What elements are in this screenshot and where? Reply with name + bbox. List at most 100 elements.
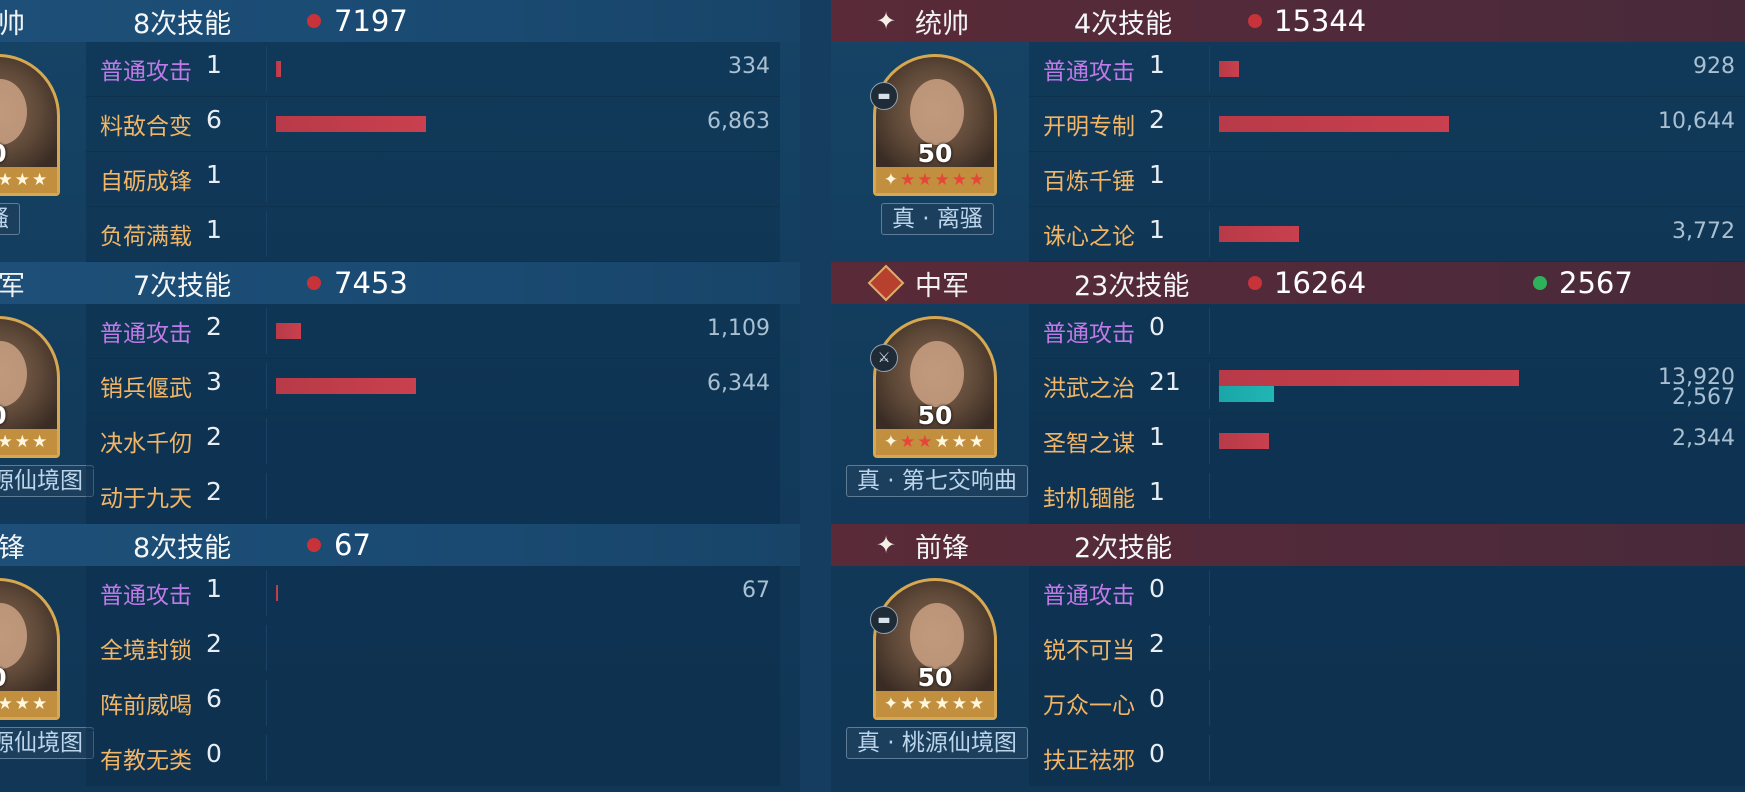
star-rating: ✦★★★★★	[0, 429, 57, 455]
skill-name: 自砺成锋	[100, 169, 192, 195]
skill-name: 封机锢能	[1043, 486, 1135, 512]
skill-name: 普通攻击	[100, 583, 192, 609]
general-portrait[interactable]: 50 ✦★★★★★	[873, 578, 997, 720]
general-level: 50	[917, 139, 953, 168]
damage-dot-icon	[307, 276, 321, 290]
star-icon: ★	[951, 170, 969, 190]
damage-bar	[276, 378, 416, 394]
skill-cast-count: 4次技能	[1074, 8, 1173, 40]
skill-row[interactable]: 自砺成锋 1	[86, 152, 780, 207]
skill-row[interactable]: 阵前威喝 6	[86, 676, 780, 731]
star-icon: ★	[900, 170, 918, 190]
star-icon: ★	[32, 170, 50, 190]
skill-list: 普通攻击 2 1,109 销兵偃武 3 6,344 决水千仞 2 动于九天 2	[86, 304, 780, 524]
skill-cast-count: 7次技能	[133, 270, 232, 302]
general-section: 军 7次技能 7453 0✦★★★★★ 源仙境图 普通攻击 2 1,109 销兵偃武 3 6,344…	[0, 262, 800, 524]
skill-row[interactable]: 销兵偃武 3 6,344	[86, 359, 780, 414]
bond-tag[interactable]: 源仙境图	[0, 465, 94, 497]
skill-trigger-count: 6	[206, 105, 222, 134]
skill-row[interactable]: 动于九天 2	[86, 469, 780, 524]
skill-trigger-count: 21	[1149, 367, 1181, 396]
skill-row[interactable]: 普通攻击 2 1,109	[86, 304, 780, 359]
damage-dot-icon	[307, 14, 321, 28]
star-icon: ★	[32, 694, 50, 714]
star-rating: ✦★★★★★	[0, 167, 57, 193]
skill-trigger-count: 2	[1149, 105, 1165, 134]
portrait-face	[0, 603, 27, 669]
skill-trigger-count: 2	[206, 629, 222, 658]
star-icon: ★	[951, 432, 969, 452]
skill-row[interactable]: 封机锢能 1	[1029, 469, 1745, 524]
skill-trigger-count: 2	[1149, 629, 1165, 658]
general-portrait[interactable]: 0✦★★★★★	[0, 54, 60, 196]
portrait-face	[910, 79, 964, 145]
star-icon: ★	[0, 432, 15, 452]
bond-tag[interactable]: 真 · 桃源仙境图	[846, 727, 1028, 759]
skill-cast-count: 8次技能	[133, 532, 232, 564]
star-icon: ★	[14, 170, 32, 190]
row-separator	[1209, 363, 1210, 409]
skill-trigger-count: 0	[1149, 312, 1165, 341]
section-header: ✦ 前锋 2次技能	[831, 524, 1745, 566]
portrait-face	[0, 79, 27, 145]
damage-bar	[1219, 116, 1449, 132]
general-section: ✦ 统帅 4次技能 15344 50 ✦★★★★★ ▬ 真 · 离骚 普通攻击 1 928 开明专制 2…	[831, 0, 1745, 262]
skill-row[interactable]: 洪武之治 21 13,920 2,567	[1029, 359, 1745, 414]
skill-name: 全境封锁	[100, 638, 192, 664]
section-header: 中军 23次技能 16264 2567	[831, 262, 1745, 304]
skill-list: 普通攻击 1 928 开明专制 2 10,644 百炼千锤 1 诛心之论 1 3,772	[1029, 42, 1745, 262]
star-icon: ★	[0, 694, 15, 714]
skill-row[interactable]: 开明专制 2 10,644	[1029, 97, 1745, 152]
skill-row[interactable]: 决水千仞 2	[86, 414, 780, 469]
skill-row[interactable]: 普通攻击 1 928	[1029, 42, 1745, 97]
role-label: 军	[0, 270, 25, 302]
star-icon: ★	[917, 170, 935, 190]
row-separator	[266, 680, 267, 726]
skill-trigger-count: 0	[206, 739, 222, 768]
row-separator	[266, 101, 267, 147]
skill-row[interactable]: 圣智之谋 1 2,344	[1029, 414, 1745, 469]
skill-row[interactable]: 有教无类 0	[86, 731, 780, 786]
skill-row[interactable]: 普通攻击 0	[1029, 566, 1745, 621]
damage-dot-icon	[1248, 276, 1262, 290]
bond-tag[interactable]: 源仙境图	[0, 727, 94, 759]
row-separator	[1209, 735, 1210, 781]
skill-row[interactable]: 扶正祛邪 0	[1029, 731, 1745, 786]
skill-row[interactable]: 百炼千锤 1	[1029, 152, 1745, 207]
skill-trigger-count: 1	[206, 215, 222, 244]
skill-name: 动于九天	[100, 486, 192, 512]
skill-row[interactable]: 普通攻击 1 67	[86, 566, 780, 621]
skill-name: 决水千仞	[100, 431, 192, 457]
star-icon: ★	[0, 170, 15, 190]
skill-row[interactable]: 普通攻击 1 334	[86, 42, 780, 97]
skill-trigger-count: 3	[206, 367, 222, 396]
skill-row[interactable]: 负荷满载 1	[86, 207, 780, 262]
general-level: 0	[0, 401, 57, 430]
skill-damage-value: 3,772	[1672, 219, 1735, 244]
general-portrait[interactable]: 50 ✦★★★★★	[873, 54, 997, 196]
skill-row[interactable]: 料敌合变 6 6,863	[86, 97, 780, 152]
skill-row[interactable]: 普通攻击 0	[1029, 304, 1745, 359]
row-separator	[266, 308, 267, 354]
skill-row[interactable]: 全境封锁 2	[86, 621, 780, 676]
skill-trigger-count: 6	[206, 684, 222, 713]
damage-bar	[276, 585, 278, 601]
general-level: 50	[917, 401, 953, 430]
bond-tag[interactable]: 离骚	[0, 203, 20, 235]
skill-row[interactable]: 诛心之论 1 3,772	[1029, 207, 1745, 262]
role-label: 中军	[915, 270, 969, 302]
bond-tag[interactable]: 真 · 离骚	[881, 203, 994, 235]
general-level: 0	[0, 663, 57, 692]
row-separator	[266, 211, 267, 257]
skill-name: 诛心之论	[1043, 224, 1135, 250]
general-portrait[interactable]: 0✦★★★★★	[0, 316, 60, 458]
general-portrait[interactable]: 50 ✦★★★★★	[873, 316, 997, 458]
general-portrait[interactable]: 0✦★★★★★	[0, 578, 60, 720]
row-separator	[266, 418, 267, 464]
skill-row[interactable]: 锐不可当 2	[1029, 621, 1745, 676]
skill-trigger-count: 0	[1149, 574, 1165, 603]
skill-row[interactable]: 万众一心 0	[1029, 676, 1745, 731]
role-badge-icon: ✦	[871, 6, 901, 36]
bond-tag[interactable]: 真 · 第七交响曲	[846, 465, 1028, 497]
star-icon: ✦	[883, 432, 900, 452]
